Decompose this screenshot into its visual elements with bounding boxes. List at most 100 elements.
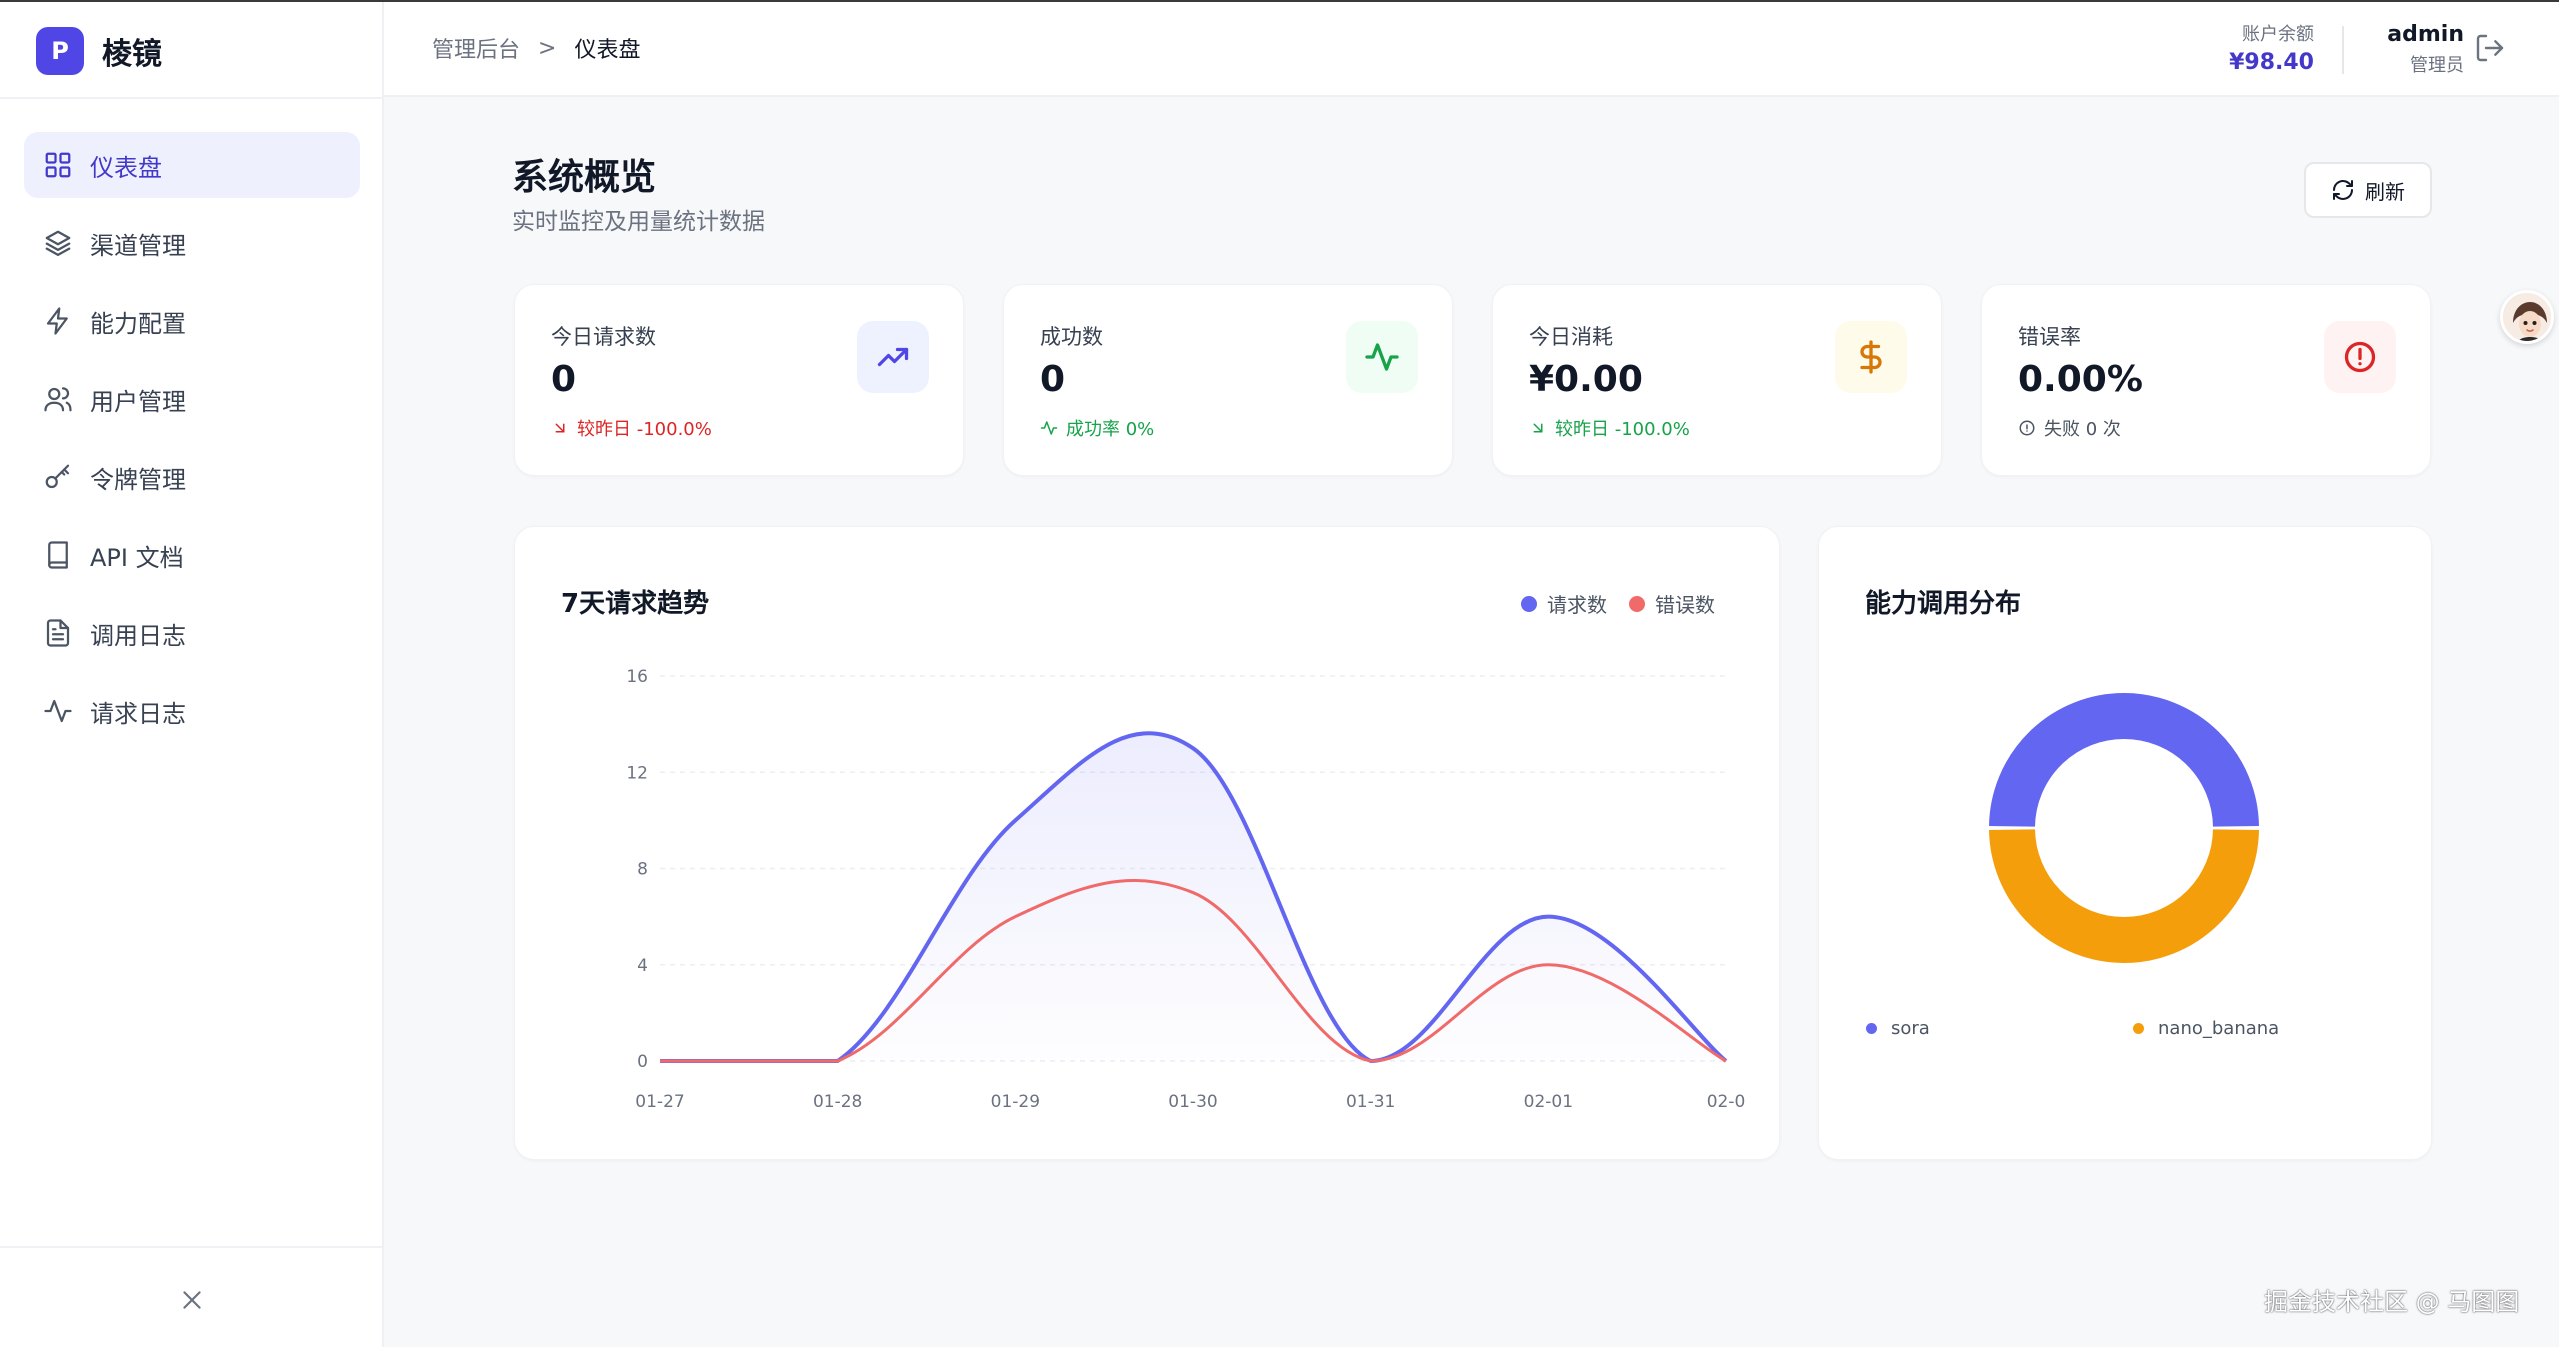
arrow-down-right-icon	[1533, 423, 1543, 433]
stat-change: 成功率 0%	[1040, 415, 1154, 441]
dollar-icon	[1860, 340, 1882, 374]
header-divider	[2342, 26, 2344, 74]
sidebar-item-label: 仪表盘	[90, 153, 162, 182]
donut-legend-item-nano-banana[interactable]: nano_banana	[2133, 1018, 2279, 1039]
balance-value: ¥98.40	[2229, 50, 2314, 75]
sidebar-item-users[interactable]: 用户管理	[24, 366, 360, 432]
stat-change-text: 较昨日 -100.0%	[577, 419, 712, 440]
stat-card-requests: 今日请求数 0 较昨日 -100.0%	[514, 284, 964, 476]
stat-icon-box	[1346, 321, 1418, 393]
legend-label-requests[interactable]: 请求数	[1547, 589, 1607, 618]
stat-card-cost: 今日消耗 ¥0.00 较昨日 -100.0%	[1492, 284, 1942, 476]
sidebar-item-capabilities[interactable]: 能力配置	[24, 288, 360, 354]
sidebar-item-label: 用户管理	[90, 387, 186, 416]
stat-value: ¥0.00	[1529, 359, 1643, 400]
sidebar-item-label: 请求日志	[90, 699, 186, 728]
key-icon	[42, 461, 74, 493]
sidebar-item-tokens[interactable]: 令牌管理	[24, 444, 360, 510]
legend-dot-sora	[1866, 1023, 1877, 1034]
sidebar-item-api-docs[interactable]: API 文档	[24, 522, 360, 588]
sidebar-item-label: 渠道管理	[90, 231, 186, 260]
activity-icon	[42, 695, 74, 727]
page-subtitle: 实时监控及用量统计数据	[512, 209, 765, 235]
stat-change-text: 较昨日 -100.0%	[1555, 419, 1690, 440]
sidebar-item-label: 令牌管理	[90, 465, 186, 494]
stat-value: 0.00%	[2018, 359, 2143, 400]
stat-change-text: 失败 0 次	[2044, 419, 2121, 440]
stat-icon-box	[1835, 321, 1907, 393]
book-icon	[42, 539, 74, 571]
close-icon	[183, 1291, 201, 1309]
sidebar-item-label: API 文档	[90, 543, 184, 572]
grid-icon	[42, 149, 74, 181]
legend-dot-nano-banana	[2133, 1023, 2144, 1034]
stat-label: 成功数	[1040, 325, 1103, 349]
bolt-icon	[42, 305, 74, 337]
refresh-button[interactable]: 刷新	[2304, 162, 2432, 218]
arrow-down-right-icon	[555, 423, 565, 433]
stat-change: 较昨日 -100.0%	[1529, 415, 1690, 441]
legend-label-nano-banana: nano_banana	[2158, 1018, 2280, 1039]
stat-icon-box	[2324, 321, 2396, 393]
logout-button[interactable]	[2474, 32, 2510, 68]
legend-dot-requests	[1521, 595, 1537, 612]
stat-change-text: 成功率 0%	[1066, 419, 1155, 440]
trending-up-icon	[877, 347, 909, 367]
stat-label: 错误率	[2018, 325, 2081, 349]
sidebar-item-label: 能力配置	[90, 309, 186, 338]
users-icon	[42, 383, 74, 415]
refresh-icon	[2333, 180, 2353, 200]
legend-label-sora: sora	[1891, 1018, 1930, 1039]
activity-icon	[1365, 343, 1399, 371]
distribution-chart-title: 能力调用分布	[1865, 589, 2022, 619]
sidebar-item-dashboard[interactable]: 仪表盘	[24, 132, 360, 198]
sidebar-nav: 仪表盘 渠道管理 能力配置 用户管理 令牌管理 API 文档 调用日志 请求日志	[24, 132, 360, 756]
floating-avatar[interactable]	[2500, 290, 2554, 344]
distribution-chart-card: 能力调用分布	[1818, 526, 2432, 1160]
info-circle-icon	[2019, 420, 2035, 436]
trend-chart-card: 7天请求趋势 请求数 错误数	[514, 526, 1780, 1160]
sidebar: P 棱镜 仪表盘 渠道管理 能力配置 用户管理 令牌管理 API 文档 调用日志…	[0, 2, 384, 1347]
balance-label: 账户余额	[2242, 24, 2314, 45]
stat-label: 今日请求数	[551, 325, 656, 349]
legend-dot-errors	[1629, 595, 1645, 612]
sidebar-item-request-logs[interactable]: 请求日志	[24, 678, 360, 744]
account-balance: 账户余额 ¥98.40	[2184, 20, 2314, 75]
watermark: 掘金技术社区 @ 马图图	[2264, 1288, 2520, 1316]
refresh-label: 刷新	[2365, 179, 2405, 204]
stat-card-success: 成功数 0 成功率 0%	[1003, 284, 1453, 476]
collapse-sidebar-button[interactable]	[174, 1282, 210, 1318]
stat-change: 较昨日 -100.0%	[551, 415, 712, 441]
trend-chart-title: 7天请求趋势	[561, 589, 710, 619]
user-info: admin 管理员	[2354, 22, 2464, 77]
sidebar-item-label: 调用日志	[90, 621, 186, 650]
sidebar-item-call-logs[interactable]: 调用日志	[24, 600, 360, 666]
breadcrumb-root[interactable]: 管理后台	[432, 32, 520, 64]
activity-icon	[1040, 421, 1058, 435]
stat-value: 0	[1040, 359, 1066, 400]
user-name: admin	[2387, 22, 2464, 47]
brand-divider	[0, 97, 382, 99]
avatar-icon	[2503, 293, 2551, 341]
logout-icon	[2476, 34, 2504, 62]
file-text-icon	[42, 617, 74, 649]
breadcrumb: 管理后台 > 仪表盘	[432, 32, 640, 64]
sidebar-bottom-divider	[0, 1246, 382, 1248]
trend-chart-legend: 请求数 错误数	[1521, 589, 1715, 618]
stat-label: 今日消耗	[1529, 325, 1613, 349]
stat-icon-box	[857, 321, 929, 393]
brand-logo: P	[36, 27, 84, 75]
stat-card-error-rate: 错误率 0.00% 失败 0 次	[1981, 284, 2431, 476]
stat-value: 0	[551, 359, 577, 400]
layers-icon	[42, 227, 74, 259]
brand[interactable]: P 棱镜	[36, 26, 162, 76]
breadcrumb-current: 仪表盘	[574, 38, 641, 63]
page-title: 系统概览	[512, 157, 657, 198]
user-role: 管理员	[2410, 55, 2464, 76]
breadcrumb-separator: >	[538, 35, 557, 61]
donut-legend-item-sora[interactable]: sora	[1866, 1018, 1930, 1039]
legend-label-errors[interactable]: 错误数	[1655, 589, 1715, 618]
stat-change: 失败 0 次	[2018, 415, 2121, 441]
sidebar-item-channels[interactable]: 渠道管理	[24, 210, 360, 276]
alert-circle-icon	[2344, 341, 2376, 373]
